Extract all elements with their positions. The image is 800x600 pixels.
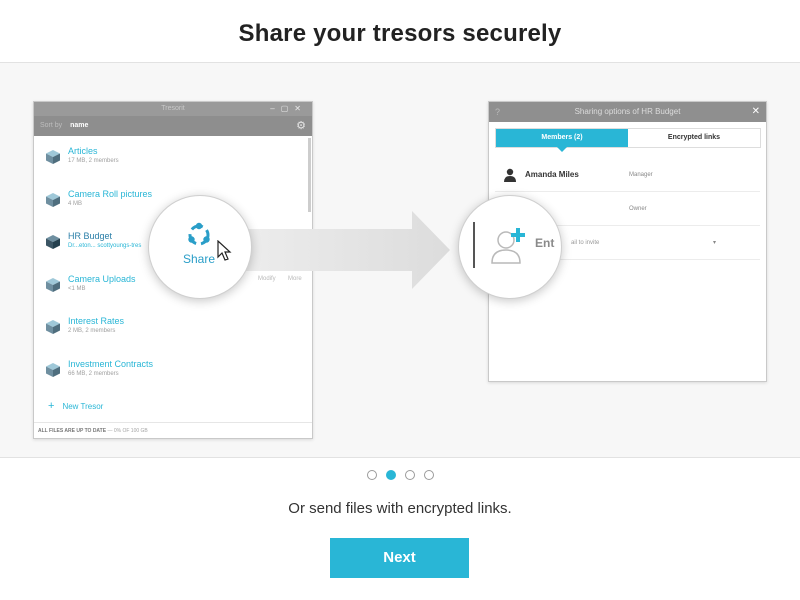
sync-status: ALL FILES ARE UP TO DATE: [38, 428, 107, 434]
share-zoom-callout: Share: [148, 195, 252, 299]
member-name: Amanda Miles: [525, 170, 579, 179]
member-role: Manager: [629, 172, 653, 178]
person-icon: [504, 168, 516, 182]
window-titlebar: ? Sharing options of HR Budget ✕: [489, 102, 766, 122]
tresor-cube-icon: [46, 362, 60, 377]
page-dot-active[interactable]: [385, 470, 396, 480]
status-footer: ALL FILES ARE UP TO DATE — 0% OF 100 GB: [34, 422, 312, 438]
tab-members: Members (2): [496, 129, 628, 152]
close-icon: ✕: [751, 106, 760, 117]
plus-icon: +: [48, 400, 55, 412]
tresor-cube-icon: [46, 150, 60, 164]
window-titlebar: Tresorit –▢✕: [34, 102, 312, 116]
illustration-stage: Tresorit –▢✕ Sort by name ⚙ Articles 17 …: [0, 62, 800, 458]
sort-label: Sort by: [40, 122, 63, 129]
tresor-cube-icon: [46, 277, 60, 292]
chevron-down-icon: ▾: [712, 240, 716, 246]
new-tresor-link: + New Tresor: [48, 400, 103, 412]
scrollbar: [308, 138, 311, 212]
member-role: Owner: [629, 206, 647, 212]
onboarding-page: Share your tresors securely Tresorit –▢✕…: [0, 0, 800, 600]
add-member-zoom-callout: Ent: [458, 195, 562, 299]
window-title: Tresorit: [161, 105, 185, 112]
storage-usage: — 0% OF 100 GB: [107, 428, 148, 434]
tresor-meta: 17 MB, 2 members: [68, 158, 119, 164]
tresor-meta: 66 MB, 2 members: [68, 370, 119, 377]
gear-icon: ⚙: [296, 120, 306, 132]
divider: [473, 222, 475, 268]
new-tresor-label: New Tresor: [62, 402, 104, 411]
tresor-item: Investment Contracts 66 MB, 2 members: [34, 349, 308, 392]
tresor-cube-icon: [46, 235, 60, 249]
invite-input-text: Ent: [535, 236, 555, 250]
page-dot[interactable]: [423, 470, 434, 480]
invite-input-placeholder: ail to invite: [571, 240, 600, 246]
tresor-item: Interest Rates 2 MB, 2 members: [34, 306, 308, 349]
arrow-right-icon: [240, 211, 450, 289]
tresor-cube-icon: [46, 320, 60, 334]
help-icon: ?: [495, 107, 501, 117]
share-label: Share: [182, 252, 216, 266]
tresor-item: Articles 17 MB, 2 members: [34, 136, 308, 179]
tab-encrypted-links: Encrypted links: [628, 129, 760, 147]
pagination-dots: [0, 470, 800, 480]
tresor-meta: 2 MB, 2 members: [68, 328, 116, 334]
tresor-name: Articles: [68, 146, 98, 156]
tresor-name: Interest Rates: [68, 316, 125, 326]
sharing-tabs: Members (2) Encrypted links: [495, 128, 761, 152]
sort-bar: Sort by name ⚙: [34, 116, 312, 136]
tresor-cube-icon: [46, 192, 60, 207]
tresor-name: Investment Contracts: [68, 358, 154, 369]
page-dot[interactable]: [404, 470, 415, 480]
member-row: Amanda Miles Manager: [495, 158, 760, 192]
next-button[interactable]: Next: [330, 538, 469, 578]
page-title: Share your tresors securely: [238, 20, 562, 47]
share-icon: [188, 222, 210, 246]
sort-value: name: [70, 122, 89, 129]
page-dot[interactable]: [366, 470, 377, 480]
window-controls: –▢✕: [270, 104, 307, 113]
window-title: Sharing options of HR Budget: [574, 107, 681, 116]
add-person-icon: [491, 228, 525, 264]
cursor-icon: [217, 240, 232, 261]
page-subtitle: Or send files with encrypted links.: [288, 500, 512, 517]
